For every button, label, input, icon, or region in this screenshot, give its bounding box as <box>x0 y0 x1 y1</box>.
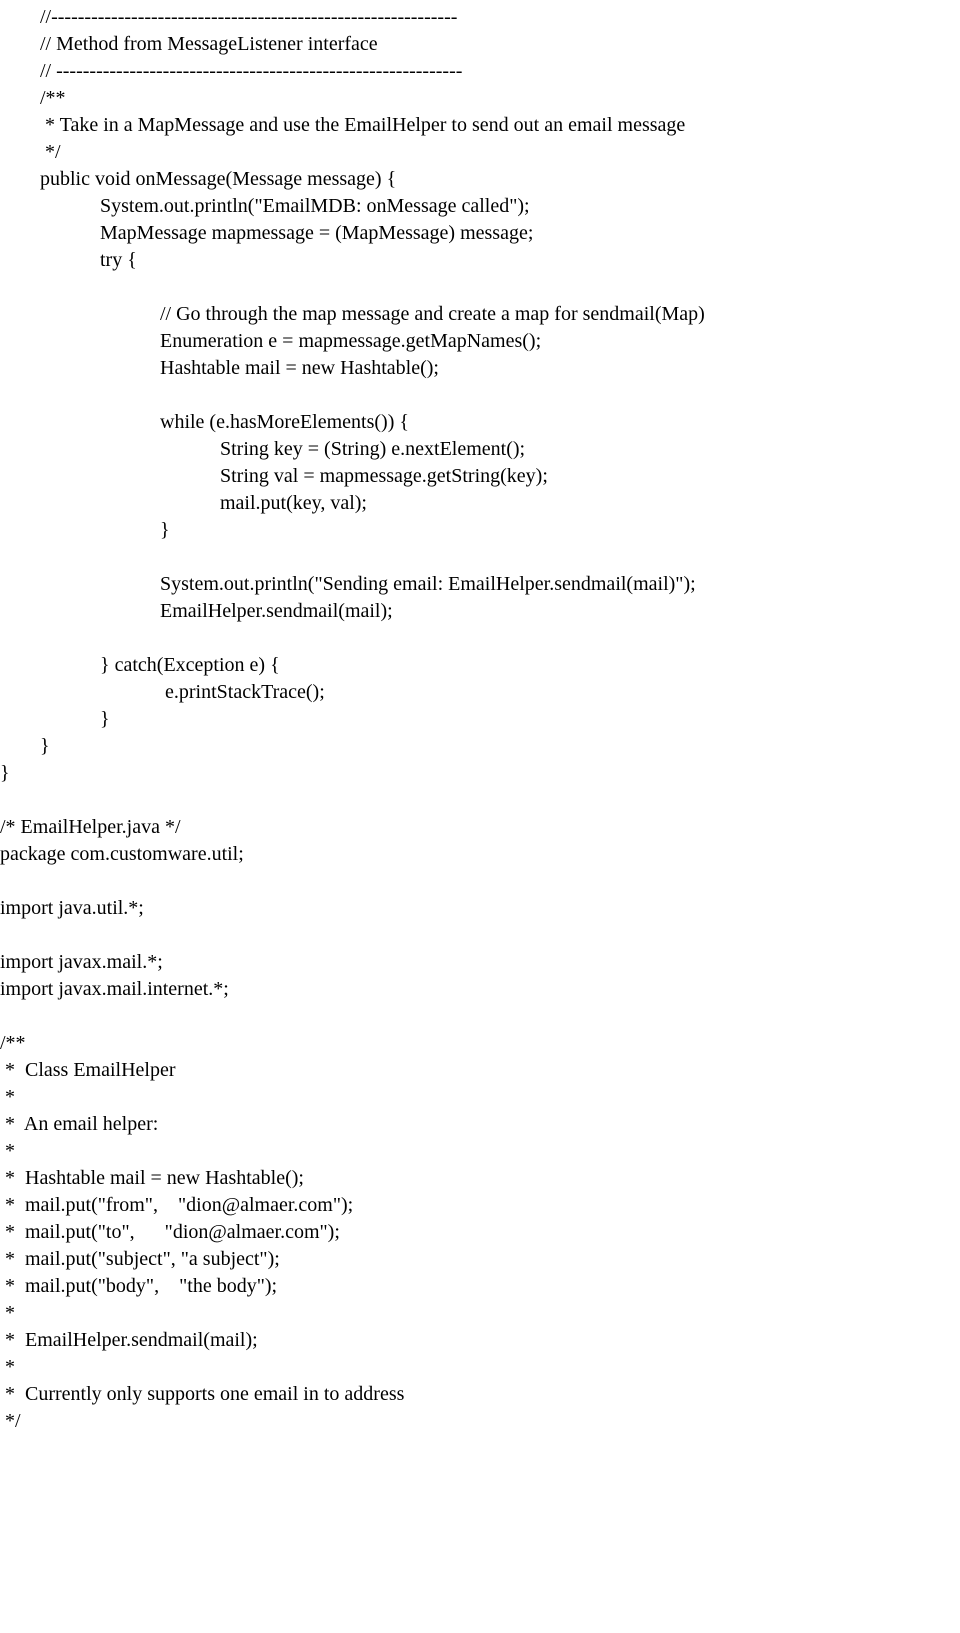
document-page: //--------------------------------------… <box>0 0 960 1455</box>
code-block: //--------------------------------------… <box>0 4 960 1435</box>
